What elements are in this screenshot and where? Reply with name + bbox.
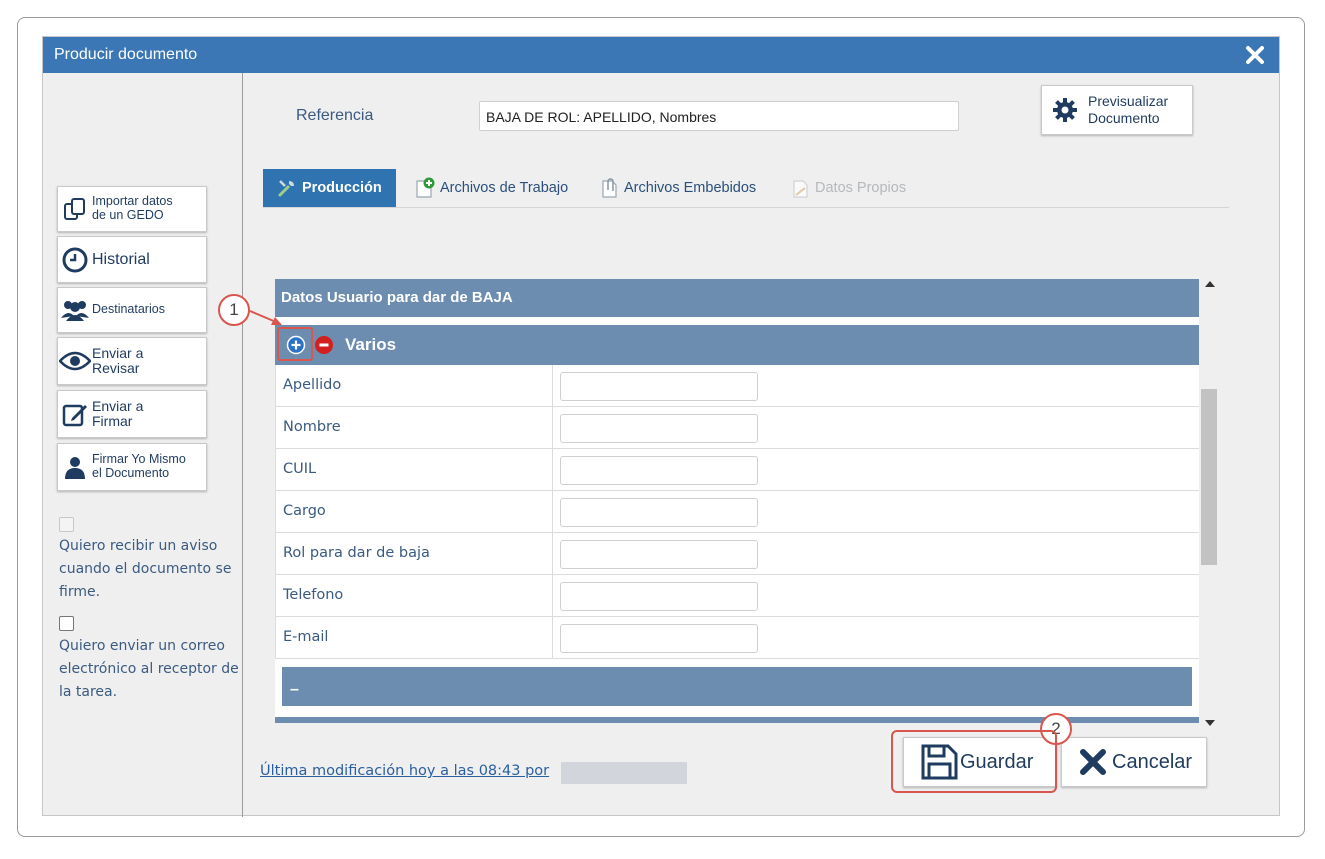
table-row: Apellido <box>275 365 1199 407</box>
table-row: Nombre <box>275 407 1199 449</box>
gear-icon <box>1042 97 1088 123</box>
firmar-yo-label-1: Firmar Yo Mismo <box>92 452 186 467</box>
minus-icon[interactable] <box>314 335 334 355</box>
wrench-icon <box>278 180 294 197</box>
enviar-revisar-button[interactable]: Enviar a Revisar <box>57 337 207 385</box>
tab-datos-propios[interactable]: Datos Propios <box>792 169 906 207</box>
close-icon[interactable] <box>1243 43 1267 67</box>
tab-datos-propios-label: Datos Propios <box>815 180 907 196</box>
destinatarios-button[interactable]: Destinatarios <box>57 287 207 333</box>
field-label: Rol para dar de baja <box>276 533 553 574</box>
group-footer-bar: – <box>282 667 1192 706</box>
document-icon <box>793 180 808 198</box>
callout-1: 1 <box>218 294 250 326</box>
users-icon <box>58 298 92 322</box>
table-row: Telefono <box>275 575 1199 617</box>
previsualizar-button[interactable]: Previsualizar Documento <box>1041 85 1193 135</box>
tabs-divider <box>263 207 1229 208</box>
scrollbar-thumb[interactable] <box>1201 389 1217 565</box>
table-row: Cargo <box>275 491 1199 533</box>
callout-highlight-plus <box>277 327 313 361</box>
field-label: E-mail <box>276 617 553 658</box>
previsualizar-label-1: Previsualizar <box>1088 93 1169 109</box>
cuil-input[interactable] <box>560 456 758 485</box>
firmar-yo-label-2: el Documento <box>92 466 170 480</box>
tab-archivos-embebidos[interactable]: Archivos Embebidos <box>601 169 756 207</box>
dialog-titlebar: Producir documento <box>43 37 1279 73</box>
previsualizar-label-2: Documento <box>1088 110 1160 126</box>
enviar-firmar-button[interactable]: Enviar a Firmar <box>57 390 207 438</box>
user-icon <box>58 455 92 479</box>
edit-icon <box>58 400 92 428</box>
importar-label-1: Importar datos <box>92 194 173 209</box>
callout-highlight-guardar <box>891 730 1057 793</box>
tab-produccion-label: Producción <box>302 180 382 196</box>
table-row: Rol para dar de baja <box>275 533 1199 575</box>
eye-icon <box>58 351 92 371</box>
section-header: Datos Usuario para dar de BAJA <box>275 279 1199 317</box>
field-label: Telefono <box>276 575 553 616</box>
dialog-title: Producir documento <box>54 46 198 63</box>
apellido-input[interactable] <box>560 372 758 401</box>
field-label: Apellido <box>276 365 553 406</box>
group-title: Varios <box>345 335 397 354</box>
left-action-panel: Importar datos de un GEDO Historial Dest… <box>43 73 243 817</box>
cancel-x-icon <box>1080 749 1106 775</box>
tab-produccion[interactable]: Producción <box>263 169 396 207</box>
correo-receptor-checkbox[interactable] <box>59 616 74 631</box>
scroll-down-arrow-icon[interactable] <box>1203 717 1217 729</box>
producir-documento-dialog: Producir documento Importar datos de un … <box>42 36 1280 817</box>
importar-gedo-button[interactable]: Importar datos de un GEDO <box>57 186 207 232</box>
field-label: CUIL <box>276 449 553 490</box>
firmar-label-1: Enviar a <box>92 397 144 414</box>
callout-arrow-icon <box>249 310 282 325</box>
firmar-label-2: Firmar <box>92 413 133 429</box>
scroll-up-arrow-icon[interactable] <box>1203 278 1217 290</box>
copy-icon <box>58 196 92 222</box>
historial-button[interactable]: Historial <box>57 236 207 283</box>
cancelar-button[interactable]: Cancelar <box>1061 737 1207 787</box>
group-header-varios: Varios <box>275 325 1199 365</box>
correo-receptor-text: Quiero enviar un correo electrónico al r… <box>59 638 239 700</box>
paperclip-icon <box>602 178 617 198</box>
historial-label: Historial <box>92 250 150 268</box>
field-label: Nombre <box>276 407 553 448</box>
last-modified-link[interactable]: Última modificación hoy a las 08:43 por <box>260 763 549 779</box>
table-row: CUIL <box>275 449 1199 491</box>
table-row: E-mail <box>275 617 1199 659</box>
form-table: Datos Usuario para dar de BAJA Varios Ap… <box>275 279 1199 723</box>
tab-archivos-trabajo-label: Archivos de Trabajo <box>440 180 569 196</box>
importar-label-2: de un GEDO <box>92 208 164 222</box>
field-label: Cargo <box>276 491 553 532</box>
aviso-firma-text: Quiero recibir un aviso cuando el docume… <box>59 538 232 600</box>
clock-icon <box>58 246 92 274</box>
destinatarios-label: Destinatarios <box>92 302 165 317</box>
rol-baja-input[interactable] <box>560 540 758 569</box>
cancelar-label: Cancelar <box>1112 750 1193 773</box>
redacted-username <box>561 762 687 784</box>
firmar-yo-mismo-button[interactable]: Firmar Yo Mismo el Documento <box>57 443 207 491</box>
tab-archivos-trabajo[interactable]: Archivos de Trabajo <box>415 169 568 207</box>
telefono-input[interactable] <box>560 582 758 611</box>
revisar-label-1: Enviar a <box>92 344 144 361</box>
nombre-input[interactable] <box>560 414 758 443</box>
cargo-input[interactable] <box>560 498 758 527</box>
referencia-label: Referencia <box>296 107 374 124</box>
tab-archivos-embebidos-label: Archivos Embebidos <box>624 180 757 196</box>
referencia-input[interactable]: BAJA DE ROL: APELLIDO, Nombres <box>479 101 959 131</box>
revisar-label-2: Revisar <box>92 360 140 376</box>
aviso-firma-checkbox[interactable] <box>59 517 74 532</box>
email-input[interactable] <box>560 624 758 653</box>
file-add-icon <box>416 177 435 198</box>
